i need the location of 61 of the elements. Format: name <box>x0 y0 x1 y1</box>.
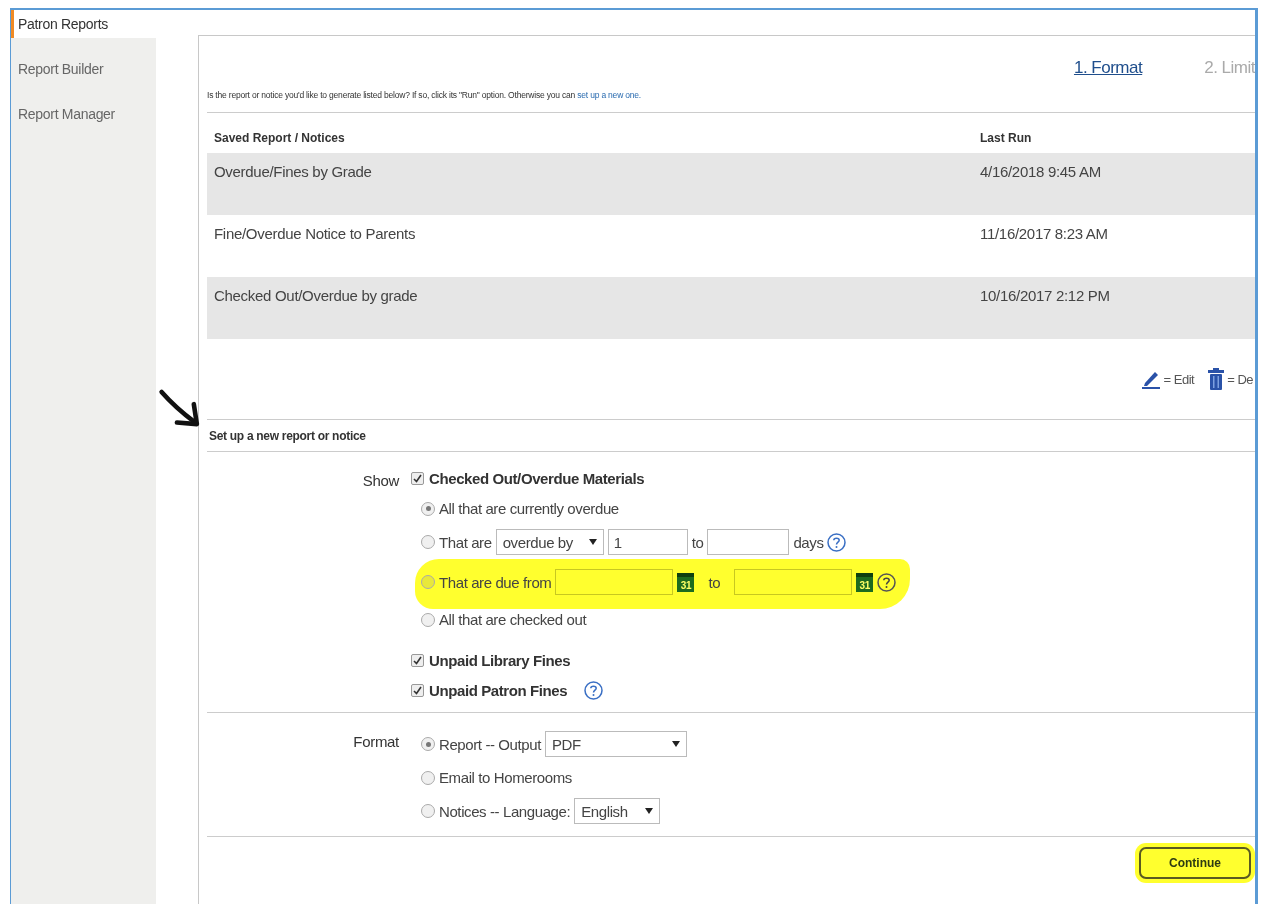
column-header: Last Run <box>979 130 1033 145</box>
radio-button[interactable] <box>421 501 435 516</box>
unit-label: days <box>793 533 824 551</box>
sidebar-item[interactable]: Report Manager <box>11 100 156 128</box>
help-icon[interactable] <box>877 572 897 592</box>
calendar-icon[interactable]: 31 <box>677 572 695 592</box>
caret-icon <box>588 539 597 545</box>
option-label: Report -- Output <box>439 735 541 753</box>
checkbox-label: Checked Out/Overdue Materials <box>429 470 645 487</box>
option-label: That are <box>439 533 492 551</box>
step-tab[interactable]: 1. Format <box>1073 58 1143 86</box>
checkbox[interactable] <box>411 654 424 667</box>
date-field[interactable] <box>734 569 853 595</box>
radio-button[interactable] <box>421 737 435 751</box>
radio-button[interactable] <box>421 804 435 818</box>
field-label: Format <box>352 732 399 752</box>
to-label: to <box>708 573 721 591</box>
pencil-icon <box>1140 369 1161 389</box>
radio-button[interactable] <box>421 535 435 549</box>
radio-button[interactable] <box>421 575 435 589</box>
intro-text: Is the report or notice you'd like to generate listed below? If so, click its "Run" option. Otherwise you can set up a new one. <box>207 90 642 100</box>
option-label: Email to Homerooms <box>439 769 572 786</box>
sidebar-item[interactable]: Patron Reports <box>11 10 156 38</box>
section-title: Set up a new report or notice <box>208 428 367 445</box>
table-cell-text: Overdue/Fines by Grade <box>213 162 373 180</box>
option-label: All that are currently overdue <box>439 500 619 517</box>
checkbox-label: Unpaid Patron Fines <box>429 682 568 699</box>
checkbox-label: Unpaid Library Fines <box>429 652 571 669</box>
report-row[interactable]: Checked Out/Overdue by grade 10/16/2017 2:12 PM <box>207 277 1255 339</box>
report-row[interactable]: Overdue/Fines by Grade 4/16/2018 9:45 AM <box>207 153 1255 215</box>
radio-button[interactable] <box>421 770 435 785</box>
input-field[interactable] <box>707 529 790 555</box>
option-label: That are due from <box>439 573 552 591</box>
table-cell-text: 4/16/2018 9:45 AM <box>979 162 1102 180</box>
trash-icon <box>1208 368 1225 390</box>
checkbox[interactable] <box>411 684 424 697</box>
table-cell-text: Checked Out/Overdue by grade <box>213 286 419 304</box>
legend-label: = De <box>1227 371 1253 387</box>
dropdown[interactable]: PDF <box>545 731 687 757</box>
dropdown[interactable]: English <box>574 798 661 824</box>
caret-icon <box>645 808 654 814</box>
input-field[interactable]: 1 <box>607 529 688 555</box>
table-cell-text: 11/16/2017 8:23 AM <box>979 224 1109 242</box>
column-header: Saved Report / Notices <box>213 130 346 145</box>
radio-button[interactable] <box>421 612 435 627</box>
calendar-icon[interactable]: 31 <box>856 572 874 592</box>
checkbox[interactable] <box>411 472 424 485</box>
table-cell-text: Fine/Overdue Notice to Parents <box>213 224 417 242</box>
sidebar-item[interactable]: Report Builder <box>11 55 156 83</box>
caret-icon <box>672 741 680 747</box>
table-cell-text: 10/16/2017 2:12 PM <box>979 286 1111 304</box>
new-report-link[interactable]: set up a new one. <box>577 90 641 100</box>
field-label: Show <box>361 471 399 491</box>
help-icon[interactable] <box>827 532 847 552</box>
legend-label: = Edit <box>1163 371 1195 387</box>
to-label: to <box>691 533 704 551</box>
dropdown[interactable]: overdue by <box>495 529 604 555</box>
option-label: All that are checked out <box>439 611 587 628</box>
option-label: Notices -- Language: <box>439 802 571 820</box>
date-field[interactable] <box>555 569 674 595</box>
help-icon[interactable] <box>584 681 604 700</box>
